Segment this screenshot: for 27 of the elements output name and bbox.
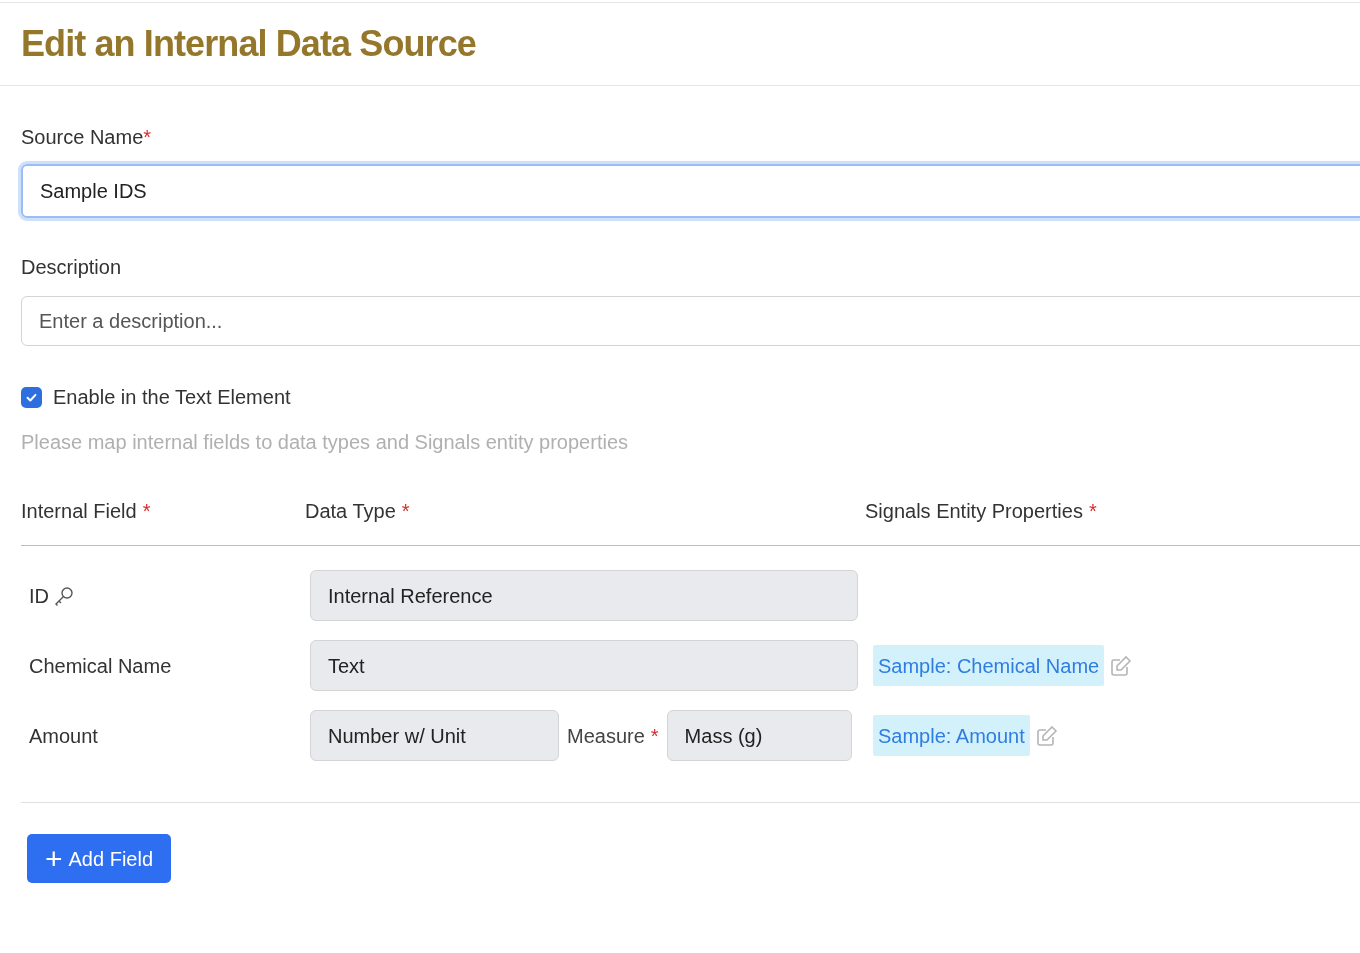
field-label: Source Name <box>21 125 144 150</box>
edit-icon[interactable] <box>1035 724 1058 747</box>
measure-select[interactable]: Mass (g) <box>666 710 852 761</box>
data-type-select[interactable]: Text <box>310 640 858 691</box>
add-field-button[interactable]: + Add Field <box>27 834 172 883</box>
data-type-select[interactable]: Number w/ Unit <box>310 710 559 761</box>
field-name: Chemical Name <box>29 653 172 679</box>
field-label: Measure <box>567 723 645 749</box>
description-input[interactable]: Enter a description... <box>21 296 1360 346</box>
field-label: Description <box>21 255 123 280</box>
column-header: Internal Field <box>21 499 137 524</box>
data-type-select[interactable]: Internal Reference <box>310 570 858 621</box>
required-mark: * <box>650 723 659 749</box>
required-mark: * <box>401 499 410 524</box>
text-input[interactable]: Sample IDS <box>21 164 1360 218</box>
hint-text: Please map internal fields to data types and Signals entity properties <box>21 430 630 455</box>
checkbox[interactable] <box>21 386 42 408</box>
column-header: Signals Entity Properties <box>865 499 1083 524</box>
column-header: Data Type <box>305 499 396 524</box>
required-mark: * <box>142 499 151 524</box>
required-mark: * <box>1088 499 1097 524</box>
field-name: Amount <box>29 723 98 749</box>
field-name: ID <box>29 583 49 609</box>
edit-icon[interactable] <box>1110 654 1133 677</box>
required-mark: * <box>143 125 152 150</box>
checkbox-label: Enable in the Text Element <box>53 385 291 410</box>
page-title: Edit an Internal Data Source <box>21 22 476 66</box>
